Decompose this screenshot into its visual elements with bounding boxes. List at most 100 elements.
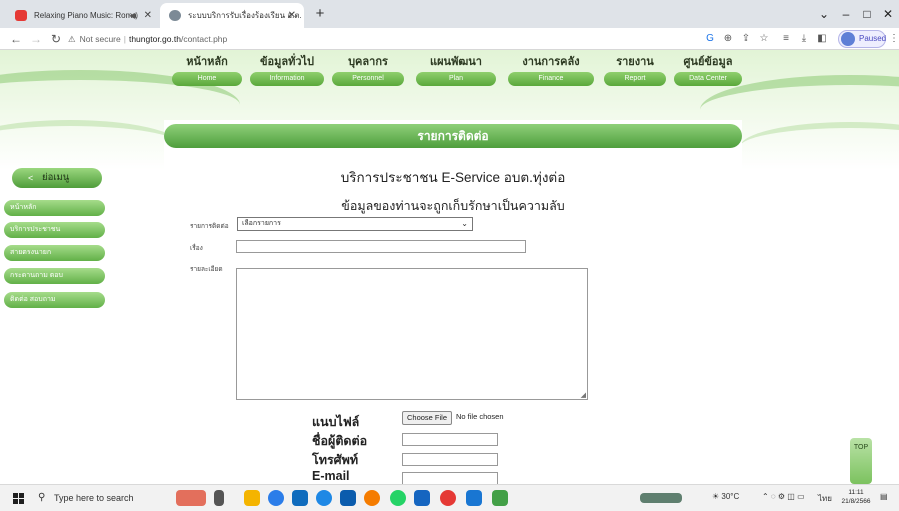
section-title-bar: รายการติดต่อ	[164, 124, 742, 148]
menu-home-th: หน้าหลัก	[186, 56, 228, 68]
chevron-down-icon: ⌄	[461, 219, 468, 228]
clock-date: 21/8/2566	[841, 498, 871, 505]
bookmark-star-icon[interactable]: ☆	[756, 31, 772, 47]
task-view-icon[interactable]	[214, 490, 224, 506]
detail-textarea[interactable]: ◢	[236, 268, 588, 400]
windows-start-icon[interactable]	[13, 493, 24, 504]
menu-plan[interactable]: แผนพัฒนา Plan	[416, 56, 496, 90]
input-language[interactable]: ไทย	[818, 492, 832, 505]
web-page: หน้าหลัก Home ข้อมูลทั่วไป Information บ…	[0, 50, 899, 484]
download-icon[interactable]: ⤓	[796, 31, 812, 47]
subject-label: เรื่อง	[190, 245, 203, 252]
whatsapp-icon[interactable]	[390, 490, 406, 506]
menu-information-en: Information	[250, 72, 324, 86]
taskbar-search-box[interactable]: ⚲ Type here to search	[36, 488, 166, 508]
audio-playing-icon[interactable]: ◀)	[129, 3, 138, 28]
edge-browser-icon[interactable]	[268, 490, 284, 506]
contact-name-input[interactable]	[402, 433, 498, 446]
menu-report-en: Report	[604, 72, 666, 86]
close-tab-icon[interactable]: ✕	[288, 3, 296, 28]
notification-icon[interactable]: ▤	[880, 492, 888, 501]
menu-personnel-en: Personnel	[332, 72, 404, 86]
file-status-text: No file chosen	[456, 412, 504, 421]
clock-time: 11:11	[848, 489, 864, 496]
phone-input[interactable]	[402, 453, 498, 466]
translate-icon[interactable]: ⊕	[720, 31, 736, 47]
menu-personnel[interactable]: บุคลากร Personnel	[332, 56, 404, 90]
tab-search-chevron-icon[interactable]: ⌄	[812, 4, 836, 24]
menu-data-center-th: ศูนย์ข้อมูล	[683, 56, 733, 68]
close-tab-icon[interactable]: ✕	[144, 3, 152, 28]
search-placeholder: Type here to search	[54, 493, 134, 503]
browser-tab-contact[interactable]: ระบบบริการรับเรื่องร้องเรียน อ.ต. ✕	[160, 3, 304, 28]
reload-icon[interactable]: ↻	[46, 29, 66, 49]
profile-paused-button[interactable]: Paused	[838, 30, 886, 48]
more-menu-icon[interactable]: ⋮	[886, 31, 899, 47]
menu-finance[interactable]: งานการคลัง Finance	[508, 56, 594, 90]
menu-data-center[interactable]: ศูนย์ข้อมูล Data Center	[674, 56, 742, 90]
browser-tab-strip: Relaxing Piano Music: Roma ◀) ✕ ระบบบริก…	[0, 0, 899, 28]
browser-toolbar: ← → ↻ ⚠ Not secure | thungtor.go.th/contact…	[0, 28, 899, 50]
line-icon[interactable]	[492, 490, 508, 506]
google-lens-icon[interactable]: G	[702, 31, 718, 47]
sidebar-collapse-button[interactable]: < ย่อเมนู	[12, 168, 102, 188]
split-view-icon[interactable]: ◧	[814, 31, 830, 47]
tab-title: Relaxing Piano Music: Roma	[34, 11, 137, 20]
word-icon[interactable]	[466, 490, 482, 506]
chrome-icon[interactable]	[440, 490, 456, 506]
sidebar-item-mayor-line[interactable]: สายตรงนายก	[4, 245, 105, 261]
reading-list-icon[interactable]: ≡	[778, 31, 794, 47]
sidebar-heading: ย่อเมนู	[42, 172, 70, 183]
site-main-menu: หน้าหลัก Home ข้อมูลทั่วไป Information บ…	[164, 56, 742, 90]
choose-file-button[interactable]: Choose File	[402, 411, 453, 425]
weather-temp: 30°C	[721, 492, 740, 501]
windows-taskbar: ⚲ Type here to search ☀ 30°C ⌃ ◌ ⚙ ◫ ▭ ไ…	[0, 484, 899, 511]
microsoft-store-icon[interactable]	[292, 490, 308, 506]
contact-name-label: ชื่อผู้ติดต่อ	[312, 434, 368, 448]
warning-icon[interactable]: ⚠	[68, 34, 76, 44]
email-input[interactable]	[402, 472, 498, 484]
system-tray-icons[interactable]: ⌃ ◌ ⚙ ◫ ▭	[762, 492, 805, 501]
taskbar-clock[interactable]: 11:11 21/8/2566	[838, 488, 874, 506]
tab-title: ระบบบริการรับเรื่องร้องเรียน อ.ต.	[188, 11, 302, 20]
security-label: Not secure	[79, 34, 121, 44]
forward-arrow-icon[interactable]: →	[26, 29, 46, 49]
contact-type-select[interactable]: เลือกรายการ ⌄	[237, 217, 473, 231]
scroll-to-top-button[interactable]: TOP	[850, 438, 872, 484]
app-icon[interactable]	[414, 490, 430, 506]
privacy-notice: ข้อมูลของท่านจะถูกเก็บรักษาเป็นความลับ	[341, 199, 565, 213]
menu-home-en: Home	[172, 72, 242, 86]
file-explorer-icon[interactable]	[244, 490, 260, 506]
subject-input[interactable]	[236, 240, 526, 253]
sidebar-item-contact[interactable]: ติดต่อ สอบถาม	[4, 292, 105, 308]
resize-grip-icon[interactable]: ◢	[581, 391, 586, 399]
weather-widget[interactable]: ☀ 30°C	[712, 492, 739, 501]
menu-report-th: รายงาน	[616, 56, 654, 68]
tray-app-thumbnail[interactable]	[640, 493, 682, 503]
mail-icon[interactable]	[340, 490, 356, 506]
share-icon[interactable]: ⇪	[738, 31, 754, 47]
contact-type-value: เลือกรายการ	[242, 220, 281, 227]
service-heading: บริการประชาชน E-Service อบต.ทุ่งต่อ	[340, 170, 566, 185]
menu-home[interactable]: หน้าหลัก Home	[172, 56, 242, 90]
address-path: /contact.php	[180, 34, 228, 44]
new-tab-button[interactable]: +	[308, 3, 332, 25]
sidebar-item-e-service[interactable]: บริการประชาชน	[4, 222, 105, 238]
sidebar-item-home[interactable]: หน้าหลัก	[4, 200, 105, 216]
menu-report[interactable]: รายงาน Report	[604, 56, 666, 90]
sidebar-item-qa-board[interactable]: กระดานถาม ตอบ	[4, 268, 105, 284]
chevron-left-icon: <	[28, 173, 34, 183]
address-bar[interactable]: ⚠ Not secure | thungtor.go.th/contact.php	[68, 30, 688, 48]
profile-avatar	[841, 32, 855, 46]
contact-form-panel: รายการติดต่อ บริการประชาชน E-Service อบต…	[164, 120, 742, 484]
close-window-button[interactable]: ✕	[876, 4, 899, 24]
menu-information[interactable]: ข้อมูลทั่วไป Information	[250, 56, 324, 90]
menu-finance-th: งานการคลัง	[522, 56, 580, 68]
skype-icon[interactable]	[316, 490, 332, 506]
attach-file-label: แนบไฟล์	[312, 415, 360, 429]
site-favicon-icon	[169, 10, 181, 21]
widgets-icon[interactable]	[176, 490, 206, 506]
back-arrow-icon[interactable]: ←	[6, 29, 26, 49]
firefox-icon[interactable]	[364, 490, 380, 506]
browser-tab-music[interactable]: Relaxing Piano Music: Roma ◀) ✕	[6, 3, 160, 28]
